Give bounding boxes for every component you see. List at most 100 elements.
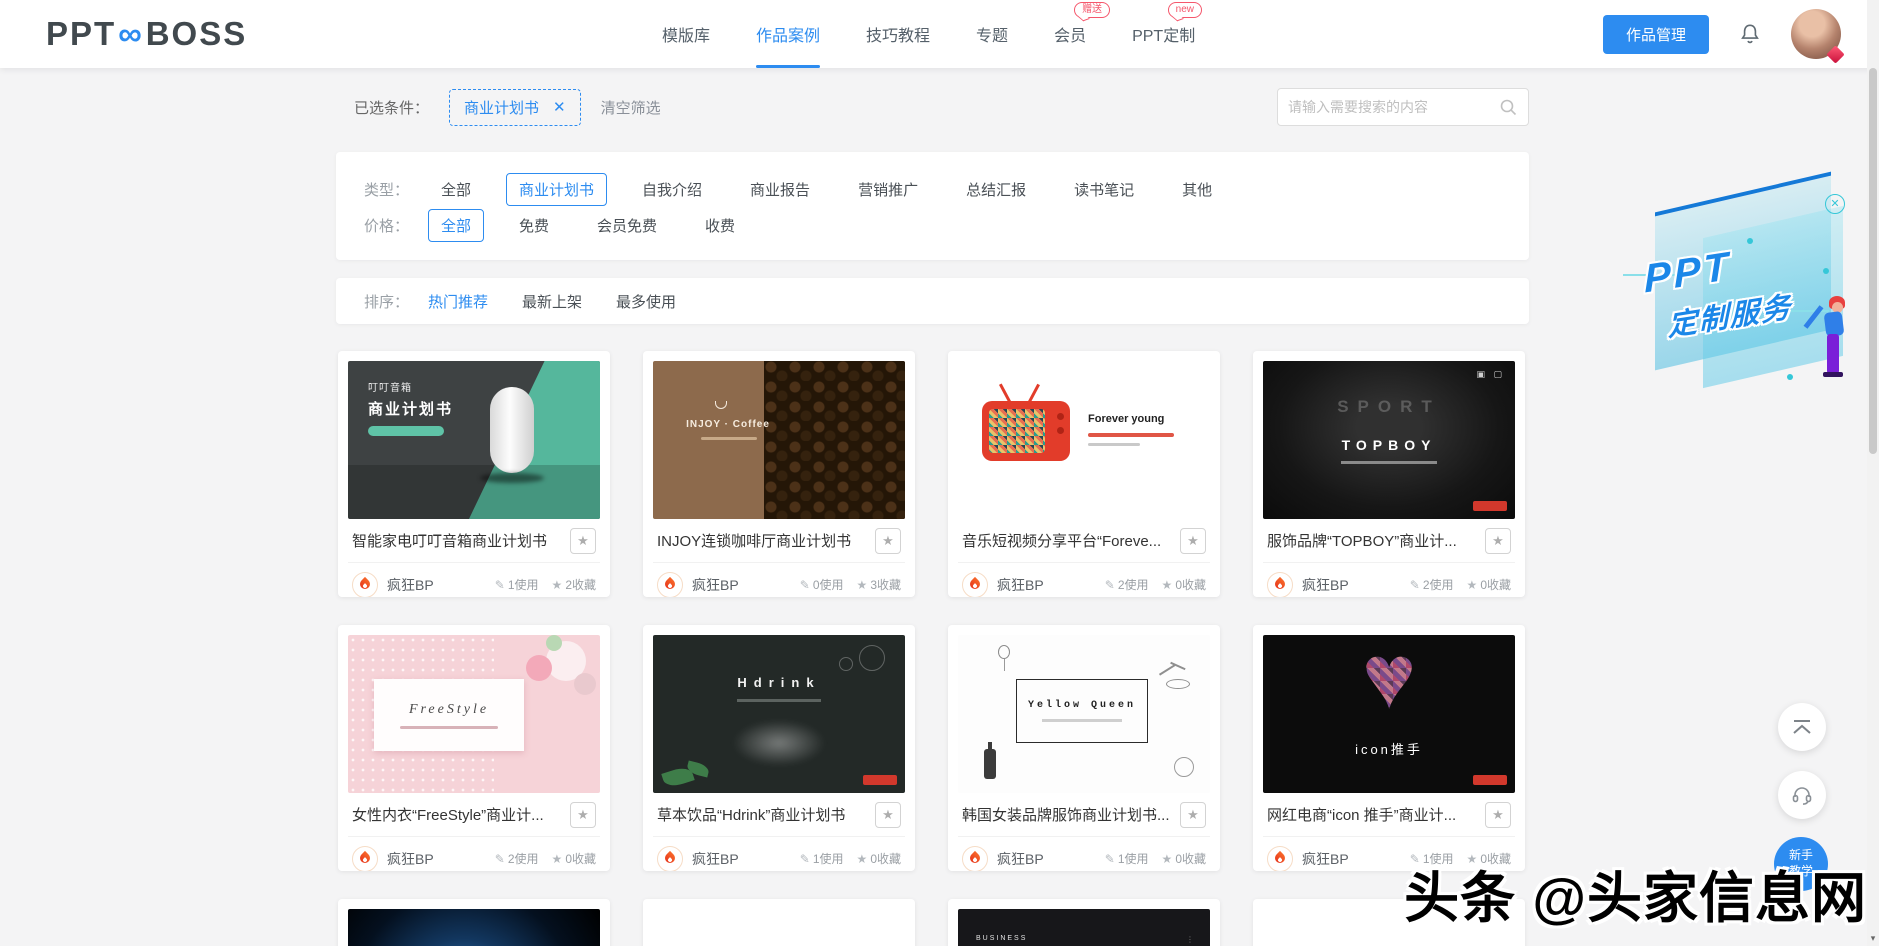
scrollbar-down-arrow[interactable]: ▾ <box>1867 933 1879 944</box>
price-free[interactable]: 免费 <box>506 209 562 242</box>
card-thumbnail[interactable] <box>653 909 905 946</box>
card-title[interactable]: 网红电商“icon 推手”商业计... <box>1267 804 1456 825</box>
search-box <box>1277 88 1529 126</box>
nav-works[interactable]: 作品案例 <box>756 0 820 68</box>
card-thumbnail[interactable]: BUSINESS PLAN ⋮ <box>958 909 1210 946</box>
selected-tag[interactable]: 商业计划书 ✕ <box>449 89 581 126</box>
watermark: 头条 @头家信息网 <box>1404 853 1867 933</box>
clear-filters-link[interactable]: 清空筛选 <box>601 97 661 118</box>
template-card: 叮叮音箱 商业计划书 智能家电叮叮音箱商业计划书★ 疯狂BP ✎1使用 ★2收藏 <box>338 351 610 597</box>
card-author[interactable]: 疯狂BP <box>692 849 739 869</box>
sort-hot[interactable]: 热门推荐 <box>428 291 488 312</box>
nav-templates[interactable]: 模版库 <box>662 0 710 68</box>
search-input[interactable] <box>1288 99 1498 115</box>
card-title[interactable]: 韩国女装品牌服饰商业计划书... <box>962 804 1170 825</box>
author-flame-icon <box>657 572 683 598</box>
sort-most-used[interactable]: 最多使用 <box>616 291 676 312</box>
card-author[interactable]: 疯狂BP <box>997 575 1044 595</box>
card-thumbnail[interactable]: Forever young <box>958 361 1210 519</box>
favorite-button[interactable]: ★ <box>875 528 901 554</box>
nav-ppt-custom[interactable]: PPT定制 new <box>1132 0 1195 68</box>
selected-filter-bar: 已选条件： 商业计划书 ✕ 清空筛选 <box>354 88 661 126</box>
scrollbar-thumb[interactable] <box>1869 68 1877 454</box>
type-reading-notes[interactable]: 读书笔记 <box>1061 173 1147 206</box>
favorite-button[interactable]: ★ <box>570 528 596 554</box>
card-author[interactable]: 疯狂BP <box>387 575 434 595</box>
card-title[interactable]: 草本饮品“Hdrink”商业计划书 <box>657 804 845 825</box>
author-flame-icon <box>962 846 988 872</box>
card-thumbnail[interactable]: ▣ ▢ SPORT TOPBOY <box>1263 361 1515 519</box>
card-author[interactable]: 疯狂BP <box>1302 849 1349 869</box>
type-business-report[interactable]: 商业报告 <box>737 173 823 206</box>
publisher-logo <box>1473 501 1507 511</box>
nav-membership[interactable]: 会员 赠送 <box>1054 0 1086 68</box>
price-paid[interactable]: 收费 <box>692 209 748 242</box>
type-filter-row: 类型： 全部 商业计划书 自我介绍 商业报告 营销推广 总结汇报 读书笔记 其他 <box>364 173 1501 205</box>
type-other[interactable]: 其他 <box>1169 173 1225 206</box>
header-right: 作品管理 <box>1603 0 1841 68</box>
price-filter-row: 价格： 全部 免费 会员免费 收费 <box>364 209 1501 241</box>
template-card: ▣ ▢ SPORT TOPBOY 服饰品牌“TOPBOY”商业计... ★ 疯狂B… <box>1253 351 1525 597</box>
template-card: INJOY · Coffee INJOY连锁咖啡厅商业计划书★ 疯狂BP ✎0使… <box>643 351 915 597</box>
promo-close-icon[interactable]: ✕ <box>1825 194 1845 214</box>
use-count: 1使用 <box>508 576 539 593</box>
card-thumbnail[interactable]: Yellow Queen <box>958 635 1210 793</box>
page: PPT ∞ BOSS 模版库 作品案例 技巧教程 专题 会员 赠送 PPT定制 … <box>0 0 1879 946</box>
logo-boss: BOSS <box>146 15 248 53</box>
type-marketing[interactable]: 营销推广 <box>845 173 931 206</box>
card-thumbnail[interactable]: INJOY · Coffee <box>653 361 905 519</box>
favorite-button[interactable]: ★ <box>1485 802 1511 828</box>
bottle-sketch <box>984 749 996 779</box>
author-flame-icon <box>1267 572 1293 598</box>
infinity-icon: ∞ <box>118 15 144 53</box>
price-member-free[interactable]: 会员免费 <box>584 209 670 242</box>
customer-service-button[interactable] <box>1778 771 1826 819</box>
template-card: Hdrink 草本饮品“Hdrink”商业计划书★ 疯狂BP ✎1使用 ★0收藏 <box>643 625 915 871</box>
card-title[interactable]: 女性内衣“FreeStyle”商业计... <box>352 804 544 825</box>
notification-bell-icon[interactable] <box>1737 21 1763 47</box>
search-icon[interactable] <box>1498 97 1518 117</box>
gift-badge: 赠送 <box>1074 2 1110 18</box>
ppt-custom-service-banner[interactable]: PPT 定制服务 ✕ <box>1637 178 1863 398</box>
new-badge: new <box>1168 2 1202 18</box>
card-title[interactable]: INJOY连锁咖啡厅商业计划书 <box>657 530 851 551</box>
manage-works-button[interactable]: 作品管理 <box>1603 15 1709 54</box>
author-flame-icon <box>352 572 378 598</box>
price-all[interactable]: 全部 <box>428 209 484 242</box>
card-author[interactable]: 疯狂BP <box>1302 575 1349 595</box>
favorite-button[interactable]: ★ <box>875 802 901 828</box>
card-thumbnail[interactable] <box>348 909 600 946</box>
card-author[interactable]: 疯狂BP <box>997 849 1044 869</box>
card-title[interactable]: 智能家电叮叮音箱商业计划书 <box>352 530 547 551</box>
template-card: ♥ icon推手 网红电商“icon 推手”商业计...★ 疯狂BP ✎1使用 … <box>1253 625 1525 871</box>
type-all[interactable]: 全部 <box>428 173 484 206</box>
card-thumbnail[interactable]: 叮叮音箱 商业计划书 <box>348 361 600 519</box>
type-self-intro[interactable]: 自我介绍 <box>629 173 715 206</box>
nav-tutorials[interactable]: 技巧教程 <box>866 0 930 68</box>
headset-icon <box>1790 783 1814 807</box>
coffee-beans-graphic <box>764 361 905 519</box>
card-author[interactable]: 疯狂BP <box>387 849 434 869</box>
favorite-button[interactable]: ★ <box>570 802 596 828</box>
publisher-logo <box>1473 775 1507 785</box>
card-author[interactable]: 疯狂BP <box>692 575 739 595</box>
type-label: 类型： <box>364 179 428 200</box>
type-business-plan[interactable]: 商业计划书 <box>506 173 607 206</box>
tag-close-icon[interactable]: ✕ <box>553 100 566 115</box>
card-thumbnail[interactable]: Hdrink <box>653 635 905 793</box>
card-thumbnail[interactable]: FreeStyle <box>348 635 600 793</box>
card-thumbnail[interactable]: ♥ icon推手 <box>1263 635 1515 793</box>
card-title[interactable]: 服饰品牌“TOPBOY”商业计... <box>1267 530 1457 551</box>
user-avatar[interactable] <box>1791 9 1841 59</box>
back-to-top-button[interactable] <box>1778 703 1826 751</box>
photo-heart-graphic: ♥ <box>1263 635 1515 726</box>
favorite-button[interactable]: ★ <box>1485 528 1511 554</box>
favorite-button[interactable]: ★ <box>1180 528 1206 554</box>
type-summary[interactable]: 总结汇报 <box>953 173 1039 206</box>
card-title[interactable]: 音乐短视频分享平台“Foreve... <box>962 530 1161 551</box>
logo[interactable]: PPT ∞ BOSS <box>46 15 247 53</box>
header: PPT ∞ BOSS 模版库 作品案例 技巧教程 专题 会员 赠送 PPT定制 … <box>0 0 1879 68</box>
sort-newest[interactable]: 最新上架 <box>522 291 582 312</box>
favorite-button[interactable]: ★ <box>1180 802 1206 828</box>
nav-topics[interactable]: 专题 <box>976 0 1008 68</box>
